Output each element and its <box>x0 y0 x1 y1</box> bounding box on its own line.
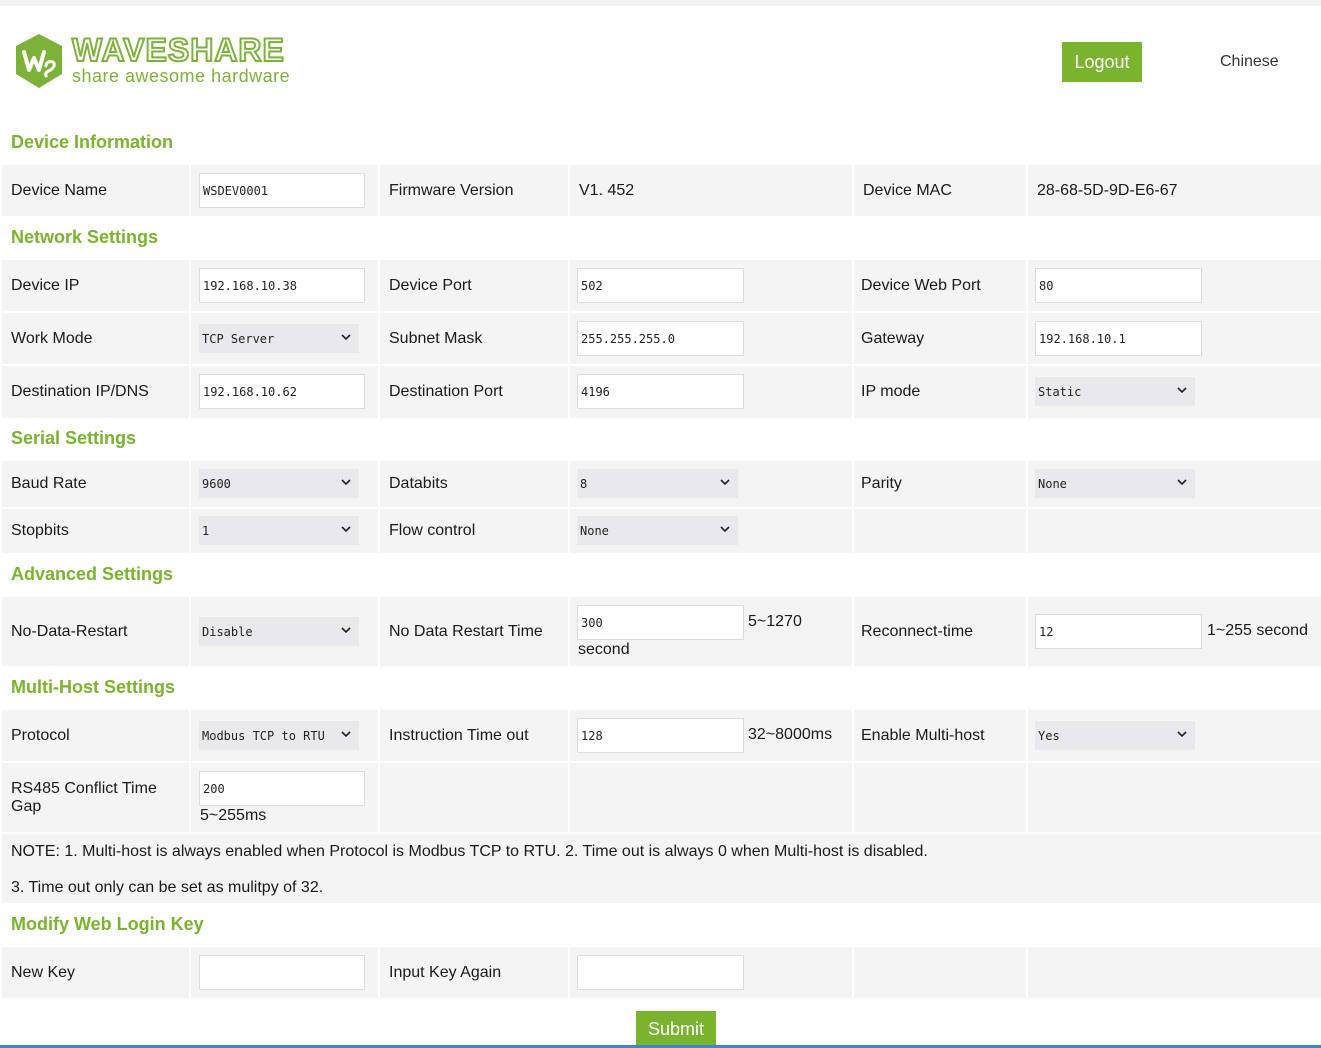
chevron-down-icon <box>341 627 351 634</box>
reconnect-time-input[interactable] <box>1035 614 1202 649</box>
device-ip-input[interactable] <box>199 268 365 303</box>
chevron-down-icon <box>720 526 730 533</box>
chevron-down-icon <box>1177 387 1187 394</box>
row-divider <box>2 507 1321 509</box>
key-col-6 <box>1028 947 1321 998</box>
waveshare-logo: WAVESHARE share awesome hardware <box>12 30 312 92</box>
section-title-network-settings: Network Settings <box>11 227 159 247</box>
device-ip-label: Device IP <box>11 277 80 294</box>
parity-value: None <box>1038 476 1067 491</box>
work-mode-value: TCP Server <box>202 331 275 346</box>
chevron-down-icon <box>1177 479 1187 486</box>
section-title-multi-host-settings: Multi-Host Settings <box>11 677 175 697</box>
multi-host-note-2: 3. Time out only can be set as mulitpy o… <box>11 879 324 896</box>
chevron-down-icon <box>341 731 351 738</box>
enable-multi-host-select[interactable]: Yes <box>1035 721 1195 750</box>
destination-port-label: Destination Port <box>389 383 503 400</box>
language-link-chinese[interactable]: Chinese <box>1220 53 1279 71</box>
enable-multi-host-label: Enable Multi-host <box>861 727 985 744</box>
device-mac-value: 28-68-5D-9D-E6-67 <box>1037 181 1178 199</box>
device-web-port-label: Device Web Port <box>861 277 981 294</box>
device-name-input[interactable] <box>199 173 365 208</box>
protocol-value: Modbus TCP to RTU <box>202 728 325 743</box>
logout-button[interactable]: Logout <box>1062 42 1142 82</box>
work-mode-label: Work Mode <box>11 330 93 347</box>
no-data-restart-select[interactable]: Disable <box>199 617 359 646</box>
stopbits-select[interactable]: 1 <box>199 516 359 545</box>
chevron-down-icon <box>1177 731 1187 738</box>
chevron-down-icon <box>341 479 351 486</box>
baud-rate-select[interactable]: 9600 <box>199 469 359 498</box>
chevron-down-icon <box>341 526 351 533</box>
device-mac-label: Device MAC <box>854 165 1028 216</box>
section-title-advanced-settings: Advanced Settings <box>11 564 174 584</box>
no-data-restart-time-unit: second <box>578 641 630 658</box>
chevron-down-icon <box>720 479 730 486</box>
destination-port-input[interactable] <box>577 374 744 409</box>
rs485-conflict-gap-range: 5~255ms <box>200 807 267 824</box>
reconnect-time-range: 1~255 second <box>1207 622 1308 639</box>
device-port-input[interactable] <box>577 268 744 303</box>
ip-mode-value: Static <box>1038 384 1082 399</box>
parity-label: Parity <box>861 475 902 492</box>
rs485-conflict-gap-input[interactable] <box>199 771 365 806</box>
instruction-timeout-input[interactable] <box>577 718 744 753</box>
firmware-version-label: Firmware Version <box>380 165 570 216</box>
no-data-restart-time-label: No Data Restart Time <box>389 623 543 640</box>
input-key-again-input[interactable] <box>577 955 744 990</box>
device-name-label: Device Name <box>2 165 191 216</box>
baud-rate-label: Baud Rate <box>11 475 87 492</box>
key-col-5 <box>854 947 1028 998</box>
row-divider <box>2 761 1321 763</box>
subnet-mask-input[interactable] <box>577 321 744 356</box>
rs485-conflict-gap-label: RS485 Conflict Time Gap <box>11 780 157 815</box>
device-port-label: Device Port <box>389 277 472 294</box>
top-bar <box>0 0 1321 6</box>
work-mode-select[interactable]: TCP Server <box>199 324 359 353</box>
stopbits-label: Stopbits <box>11 522 69 539</box>
input-key-again-label: Input Key Again <box>389 964 502 981</box>
multi-host-note-1: NOTE: 1. Multi-host is always enabled wh… <box>11 843 928 860</box>
gateway-input[interactable] <box>1035 321 1202 356</box>
new-key-input[interactable] <box>199 955 365 990</box>
databits-label: Databits <box>389 475 448 492</box>
no-data-restart-label: No-Data-Restart <box>11 623 128 640</box>
no-data-restart-value: Disable <box>202 624 253 639</box>
gateway-label: Gateway <box>861 330 925 347</box>
stopbits-value: 1 <box>202 523 210 538</box>
protocol-label: Protocol <box>11 727 70 744</box>
ip-mode-select[interactable]: Static <box>1035 377 1195 406</box>
subnet-mask-label: Subnet Mask <box>389 330 483 347</box>
destination-ip-input[interactable] <box>199 374 365 409</box>
databits-value: 8 <box>580 476 588 491</box>
section-title-serial-settings: Serial Settings <box>11 428 137 448</box>
firmware-version-value: V1. 452 <box>570 165 854 216</box>
instruction-timeout-range: 32~8000ms <box>748 726 833 743</box>
device-web-port-input[interactable] <box>1035 268 1202 303</box>
flow-control-select[interactable]: None <box>577 516 738 545</box>
ip-mode-label: IP mode <box>861 383 921 400</box>
no-data-restart-time-range: 5~1270 <box>748 613 802 630</box>
row-divider <box>2 364 1321 366</box>
enable-multi-host-value: Yes <box>1038 728 1060 743</box>
protocol-select[interactable]: Modbus TCP to RTU <box>199 721 359 750</box>
section-title-device-information: Device Information <box>11 132 174 152</box>
chevron-down-icon <box>341 334 351 341</box>
databits-select[interactable]: 8 <box>577 469 738 498</box>
flow-control-label: Flow control <box>389 522 476 539</box>
new-key-label: New Key <box>11 964 76 981</box>
brand-tagline: share awesome hardware <box>72 66 291 86</box>
flow-control-value: None <box>580 523 609 538</box>
row-divider <box>2 311 1321 313</box>
destination-ip-label: Destination IP/DNS <box>11 383 149 400</box>
waveshare-logo-icon <box>16 34 62 88</box>
parity-select[interactable]: None <box>1035 469 1195 498</box>
reconnect-time-label: Reconnect-time <box>861 623 974 640</box>
brand-name: WAVESHARE <box>71 31 285 69</box>
instruction-timeout-label: Instruction Time out <box>389 727 529 744</box>
section-title-modify-login-key: Modify Web Login Key <box>11 914 204 934</box>
baud-rate-value: 9600 <box>202 476 231 491</box>
submit-button[interactable]: Submit <box>636 1011 716 1048</box>
no-data-restart-time-input[interactable] <box>577 605 744 640</box>
